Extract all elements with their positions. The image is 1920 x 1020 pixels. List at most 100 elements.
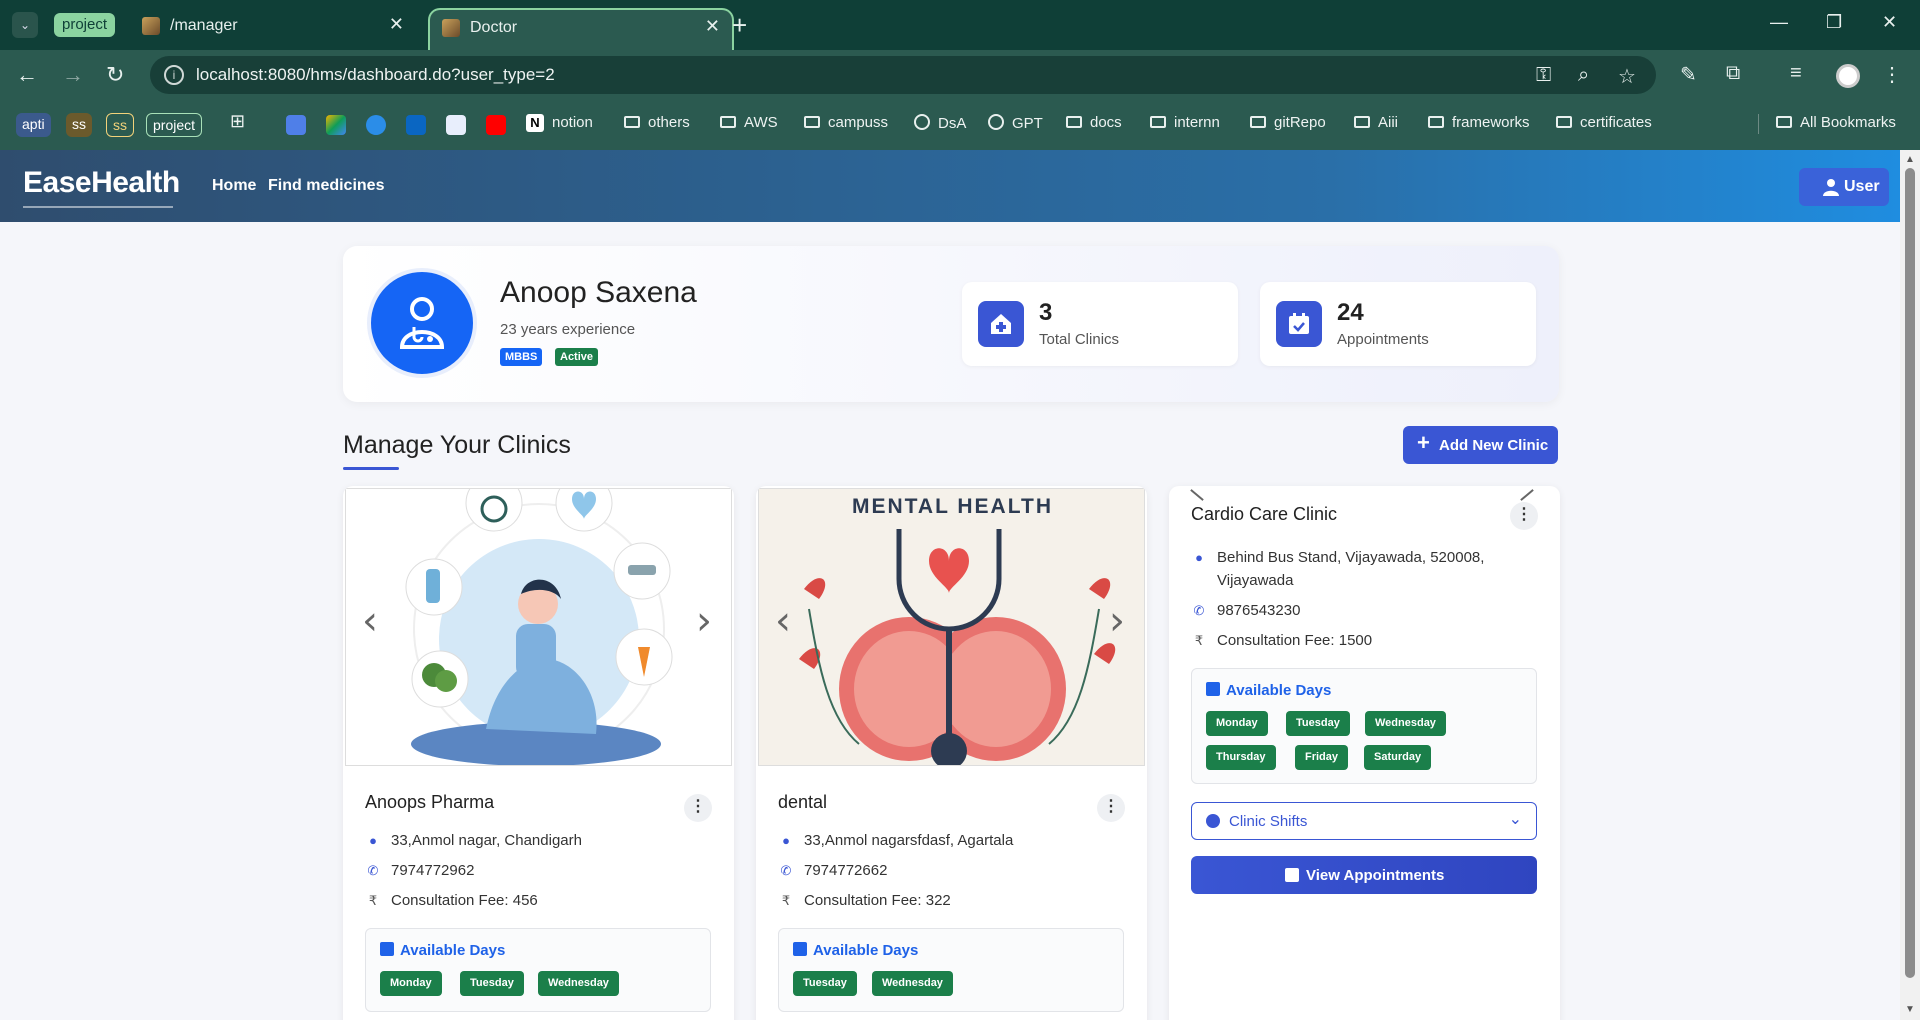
all-bookmarks[interactable]: All Bookmarks	[1776, 114, 1896, 131]
bookmark-chip[interactable]: project	[146, 113, 203, 137]
linkedin-icon[interactable]	[406, 115, 426, 135]
reload-icon[interactable]: ↻	[106, 62, 124, 88]
browser-toolbar: ← → ↻ i localhost:8080/hms/dashboard.do?…	[0, 50, 1920, 100]
stat-value: 3	[1039, 299, 1053, 326]
close-tab-icon[interactable]: ✕	[705, 16, 720, 37]
add-new-clinic-button[interactable]: + Add New Clinic	[1403, 426, 1558, 464]
view-appointments-button[interactable]: View Appointments	[1191, 856, 1537, 894]
address-text: 33,Anmol nagar, Chandigarh	[391, 832, 582, 849]
folder-icon	[624, 116, 640, 128]
back-icon[interactable]: ←	[16, 62, 38, 88]
eyedropper-icon[interactable]: ✎	[1680, 62, 1697, 87]
available-days-title: Available Days	[380, 942, 505, 959]
clinic-card: ‹ › Anoops Pharma ⋮ ● 33,Anmol nagar, Cha…	[343, 486, 734, 1020]
bookmark-label: campuss	[828, 114, 889, 131]
doctor-experience: 23 years experience	[500, 321, 636, 338]
day-pill: Monday	[1206, 711, 1268, 736]
phone-text: 7974772662	[804, 862, 888, 879]
extensions-icon[interactable]: ⧉	[1726, 62, 1740, 85]
new-tab-icon[interactable]: +	[732, 10, 747, 41]
page-scrollbar[interactable]: ▲ ▼	[1900, 150, 1920, 1020]
bookmark-folder-aiii[interactable]: Aiii	[1354, 114, 1398, 131]
bookmark-dsa[interactable]: DsA	[914, 114, 966, 132]
tab-doctor[interactable]: Doctor ✕	[428, 8, 734, 50]
doctor-profile-card: Anoop Saxena 23 years experience MBBS Ac…	[343, 246, 1559, 402]
bookmark-folder-gitrepo[interactable]: gitRepo	[1250, 114, 1326, 131]
media-icon[interactable]: ≡	[1790, 62, 1802, 85]
translate-icon[interactable]	[286, 115, 306, 135]
bookmark-chip[interactable]: apti	[16, 113, 51, 137]
doctor-icon	[399, 297, 445, 349]
restore-icon[interactable]: ❐	[1826, 12, 1842, 33]
clinic-image-carousel[interactable]: MENTAL HEALTH ‹ ›	[758, 488, 1145, 766]
address-bar[interactable]: i localhost:8080/hms/dashboard.do?user_t…	[150, 56, 1656, 94]
close-window-icon[interactable]: ✕	[1882, 12, 1897, 33]
plus-icon: +	[1417, 430, 1430, 455]
app-logo[interactable]: EaseHealth	[23, 166, 180, 200]
bookmark-folder-certificates[interactable]: certificates	[1556, 114, 1652, 131]
close-tab-icon[interactable]: ✕	[389, 14, 404, 35]
clinic-image-carousel[interactable]: ‹ ›	[345, 488, 732, 766]
folder-icon	[1150, 116, 1166, 128]
section-title: Manage Your Clinics	[343, 431, 571, 459]
minimize-icon[interactable]: —	[1770, 12, 1788, 33]
bookmark-site-icon[interactable]	[446, 115, 466, 135]
user-button-label: User	[1844, 178, 1880, 195]
bookmark-folder-docs[interactable]: docs	[1066, 114, 1122, 131]
site-info-icon[interactable]: i	[164, 65, 184, 85]
fee-text: Consultation Fee: 1500	[1217, 632, 1373, 649]
scroll-up-icon[interactable]: ▲	[1905, 154, 1915, 165]
youtube-icon[interactable]	[486, 115, 506, 135]
tab-search-icon[interactable]: ⌄	[12, 12, 38, 38]
tab-manager[interactable]: /manager ✕	[130, 8, 416, 50]
nav-home[interactable]: Home	[212, 177, 256, 195]
scroll-down-icon[interactable]: ▼	[1905, 1004, 1915, 1015]
carousel-prev-icon[interactable]: ‹	[775, 601, 791, 641]
star-icon[interactable]: ☆	[1618, 64, 1636, 89]
address-line: Behind Bus Stand, Vijayawada, 520008,	[1217, 549, 1485, 566]
nav-find-medicines[interactable]: Find medicines	[268, 177, 384, 195]
clinic-options-icon[interactable]: ⋮	[1510, 502, 1538, 530]
bookmark-folder-frameworks[interactable]: frameworks	[1428, 114, 1530, 131]
carousel-next-icon[interactable]: ›	[696, 601, 712, 641]
day-pill: Tuesday	[793, 971, 857, 996]
clinic-options-icon[interactable]: ⋮	[684, 794, 712, 822]
profile-avatar[interactable]	[1836, 64, 1860, 88]
status-badge: Active	[555, 348, 599, 366]
forward-icon[interactable]: →	[62, 62, 84, 88]
clinic-shifts-dropdown[interactable]: Clinic Shifts ⌄	[1191, 802, 1537, 840]
bookmark-folder-campuss[interactable]: campuss	[804, 114, 888, 131]
bookmark-label: frameworks	[1452, 114, 1530, 131]
bookmark-folder-internn[interactable]: internn	[1150, 114, 1220, 131]
fee-text: Consultation Fee: 456	[391, 892, 538, 909]
apps-grid-icon[interactable]: ⊞	[230, 111, 245, 132]
drive-icon[interactable]	[326, 115, 346, 135]
scrollbar-thumb[interactable]	[1905, 168, 1915, 978]
bookmark-folder-aws[interactable]: AWS	[720, 114, 778, 131]
carousel-prev-icon[interactable]: ‹	[362, 601, 378, 641]
key-icon[interactable]: ⚿	[1536, 64, 1551, 87]
onedrive-icon[interactable]	[366, 115, 386, 135]
bookmark-notion[interactable]: Nnotion	[526, 114, 593, 132]
bookmark-folder-others[interactable]: others	[624, 114, 690, 131]
zoom-icon[interactable]: ⌕	[1578, 64, 1589, 87]
bookmark-chip[interactable]: ss	[106, 113, 134, 137]
url-text[interactable]: localhost:8080/hms/dashboard.do?user_typ…	[196, 65, 555, 85]
menu-icon[interactable]: ⋮	[1882, 62, 1902, 87]
clinic-address: ● 33,Anmol nagarsfdasf, Agartala	[778, 832, 1013, 849]
clinic-options-icon[interactable]: ⋮	[1097, 794, 1125, 822]
bookmark-chip[interactable]: ss	[66, 113, 92, 137]
carousel-next-icon[interactable]: ›	[1109, 601, 1125, 641]
day-pill: Wednesday	[872, 971, 953, 996]
tab-group-label[interactable]: project	[54, 13, 116, 37]
gpt-icon	[988, 114, 1004, 130]
user-button[interactable]: User	[1799, 168, 1889, 206]
favicon-icon	[442, 19, 460, 37]
fee-text: Consultation Fee: 322	[804, 892, 951, 909]
days-title-text: Available Days	[1226, 682, 1332, 699]
clinic-phone: ✆ 7974772962	[365, 862, 475, 879]
bookmark-label: GPT	[1012, 115, 1043, 132]
stat-label: Appointments	[1337, 331, 1429, 348]
bookmark-gpt[interactable]: GPT	[988, 114, 1043, 132]
folder-icon	[1556, 116, 1572, 128]
